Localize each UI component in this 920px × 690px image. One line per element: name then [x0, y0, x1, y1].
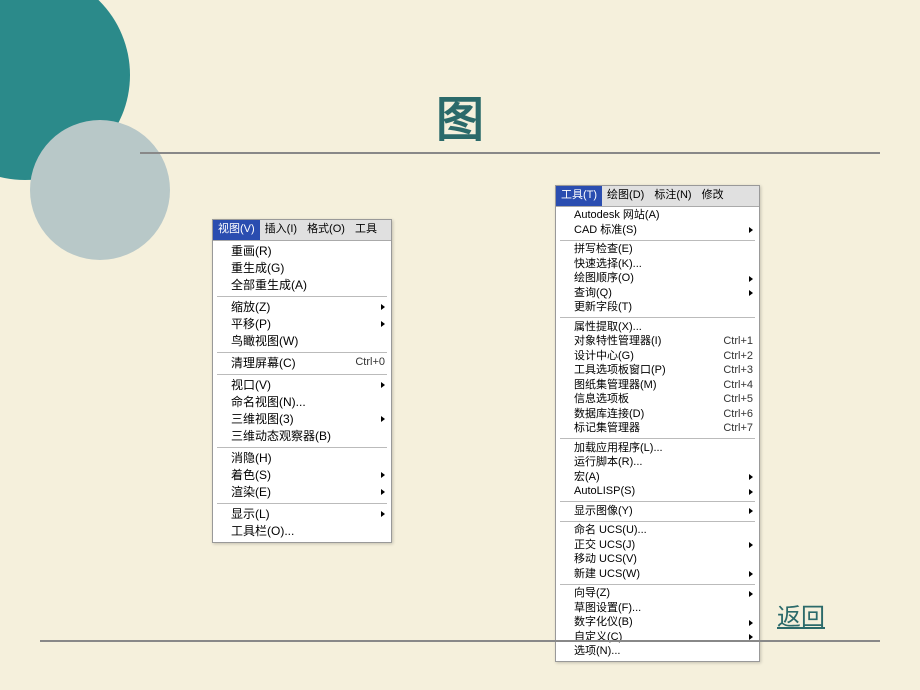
tools-menubar-item-0[interactable]: 工具(T)	[556, 186, 602, 206]
submenu-arrow-icon	[749, 508, 753, 514]
submenu-arrow-icon	[381, 489, 385, 495]
submenu-arrow-icon	[749, 620, 753, 626]
tools-menubar-item-2[interactable]: 标注(N)	[649, 186, 696, 206]
menubar-left: 视图(V)插入(I)格式(O)工具	[213, 220, 391, 241]
view-item-2-0[interactable]: 清理屏幕(C) Ctrl+0	[213, 355, 391, 372]
tools-item-label: 选项(N)...	[574, 643, 753, 661]
view-item-label: 清理屏幕(C)	[231, 354, 347, 373]
submenu-arrow-icon	[381, 304, 385, 310]
submenu-arrow-icon	[749, 489, 753, 495]
decorative-circle-small	[30, 120, 170, 260]
view-separator-1	[217, 296, 387, 297]
submenu-arrow-icon	[381, 416, 385, 422]
tools-menu-body: Autodesk 网站(A)CAD 标准(S)拼写检查(E)快速选择(K)...…	[556, 207, 759, 662]
tools-item-label: CAD 标准(S)	[574, 222, 741, 240]
view-menubar-item-0[interactable]: 视图(V)	[213, 220, 260, 240]
menubar-right: 工具(T)绘图(D)标注(N)修改	[556, 186, 759, 207]
view-menubar-item-1[interactable]: 插入(I)	[260, 220, 302, 240]
view-item-3-2[interactable]: 三维视图(3)	[213, 411, 391, 428]
view-item-0-1[interactable]: 重生成(G)	[213, 260, 391, 277]
view-item-4-0[interactable]: 消隐(H)	[213, 450, 391, 467]
page-title: 图	[436, 80, 484, 150]
tools-item-label: 标记集管理器	[574, 420, 715, 438]
view-item-4-2[interactable]: 渲染(E)	[213, 484, 391, 501]
divider-bottom	[40, 640, 880, 642]
view-item-3-3[interactable]: 三维动态观察器(B)	[213, 428, 391, 445]
return-link[interactable]: 返回	[777, 597, 825, 632]
tools-item-shortcut: Ctrl+7	[723, 420, 753, 438]
view-item-5-0[interactable]: 显示(L)	[213, 506, 391, 523]
view-item-1-0[interactable]: 缩放(Z)	[213, 299, 391, 316]
divider-top	[140, 152, 880, 154]
tools-item-6-4[interactable]: 选项(N)...	[556, 645, 759, 660]
view-separator-3	[217, 374, 387, 375]
submenu-arrow-icon	[381, 472, 385, 478]
view-item-1-1[interactable]: 平移(P)	[213, 316, 391, 333]
view-item-0-0[interactable]: 重画(R)	[213, 243, 391, 260]
tools-item-1-4[interactable]: 更新字段(T)	[556, 301, 759, 316]
tools-menu-dropdown: 工具(T)绘图(D)标注(N)修改 Autodesk 网站(A)CAD 标准(S…	[555, 185, 760, 662]
tools-item-5-3[interactable]: 新建 UCS(W)	[556, 567, 759, 582]
submenu-arrow-icon	[749, 571, 753, 577]
view-item-label: 全部重生成(A)	[231, 276, 385, 295]
tools-item-label: AutoLISP(S)	[574, 483, 741, 501]
view-menubar-item-2[interactable]: 格式(O)	[302, 220, 350, 240]
submenu-arrow-icon	[749, 591, 753, 597]
view-separator-4	[217, 447, 387, 448]
view-menu-dropdown: 视图(V)插入(I)格式(O)工具 重画(R)重生成(G)全部重生成(A) 缩放(…	[212, 219, 392, 543]
view-menu-body: 重画(R)重生成(G)全部重生成(A) 缩放(Z)平移(P)鸟瞰视图(W) 清理屏幕…	[213, 241, 391, 542]
tools-item-0-1[interactable]: CAD 标准(S)	[556, 223, 759, 238]
view-item-3-0[interactable]: 视口(V)	[213, 377, 391, 394]
view-item-0-2[interactable]: 全部重生成(A)	[213, 277, 391, 294]
view-item-label: 渲染(E)	[231, 483, 373, 502]
submenu-arrow-icon	[381, 382, 385, 388]
view-item-label: 鸟瞰视图(W)	[231, 332, 385, 351]
submenu-arrow-icon	[749, 542, 753, 548]
tools-item-label: 显示图像(Y)	[574, 503, 741, 521]
tools-item-3-3[interactable]: AutoLISP(S)	[556, 485, 759, 500]
view-item-label: 三维动态观察器(B)	[231, 427, 385, 446]
tools-menubar-item-3[interactable]: 修改	[697, 186, 729, 206]
submenu-arrow-icon	[381, 511, 385, 517]
view-item-label: 工具栏(O)...	[231, 522, 385, 541]
view-separator-2	[217, 352, 387, 353]
tools-item-4-0[interactable]: 显示图像(Y)	[556, 504, 759, 519]
tools-menubar-item-1[interactable]: 绘图(D)	[602, 186, 649, 206]
view-item-4-1[interactable]: 着色(S)	[213, 467, 391, 484]
view-item-1-2[interactable]: 鸟瞰视图(W)	[213, 333, 391, 350]
submenu-arrow-icon	[749, 227, 753, 233]
view-item-5-1[interactable]: 工具栏(O)...	[213, 523, 391, 540]
submenu-arrow-icon	[749, 474, 753, 480]
submenu-arrow-icon	[749, 276, 753, 282]
tools-item-label: 新建 UCS(W)	[574, 566, 741, 584]
view-item-shortcut: Ctrl+0	[355, 354, 385, 372]
view-item-3-1[interactable]: 命名视图(N)...	[213, 394, 391, 411]
view-separator-5	[217, 503, 387, 504]
submenu-arrow-icon	[749, 290, 753, 296]
tools-item-label: 更新字段(T)	[574, 299, 753, 317]
tools-item-2-7[interactable]: 标记集管理器 Ctrl+7	[556, 422, 759, 437]
view-menubar-item-3[interactable]: 工具	[350, 220, 382, 240]
submenu-arrow-icon	[381, 321, 385, 327]
